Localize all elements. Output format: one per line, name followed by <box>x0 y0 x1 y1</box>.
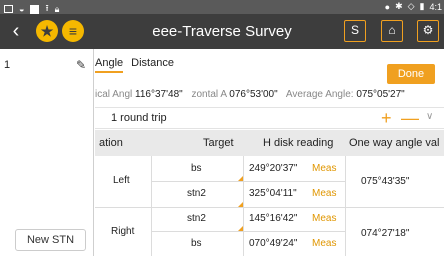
add-icon[interactable]: + <box>381 108 392 129</box>
z-angle-value: 076°53'00" <box>229 89 278 100</box>
average-angle-value: 075°05'27" <box>356 89 405 100</box>
corner-marker <box>238 226 243 231</box>
location-icon: ● <box>384 1 391 12</box>
corner-marker <box>238 202 243 207</box>
clock: 4:1 <box>429 1 442 12</box>
chevron-down-icon[interactable]: ∨ <box>426 111 433 122</box>
meas-button[interactable]: Meas <box>312 238 336 249</box>
table-header: ation Target H disk reading One way angl… <box>95 130 444 156</box>
pencil-icon[interactable]: ✎ <box>76 58 86 72</box>
reading-cell: 070°49'24" <box>249 238 298 249</box>
tab-angle[interactable]: Angle <box>95 57 124 73</box>
round-trip-row: 1 round trip + — ∨ <box>95 107 444 129</box>
corner-marker <box>238 176 243 181</box>
meas-button[interactable]: Meas <box>312 163 336 174</box>
round-trip-label: 1 round trip <box>111 112 167 124</box>
target-cell: bs <box>191 163 202 174</box>
target-cell: stn2 <box>187 188 206 199</box>
z-angle-label: zontal A <box>191 89 227 100</box>
wifi-icon: ◒ <box>19 4 25 14</box>
meas-button[interactable]: Meas <box>312 213 336 224</box>
battery-icon: ▮ <box>419 1 425 11</box>
station-sidebar: 1 ✎ New STN <box>0 49 94 256</box>
position-left: Left <box>113 175 130 186</box>
signal-icon: ◇ <box>407 1 415 11</box>
station-number: 1 <box>4 59 11 71</box>
title-bar: ‹ ★ ≡ eee-Traverse Survey S ⌂ ⚙ <box>0 14 444 49</box>
col-header-position: ation <box>99 137 123 149</box>
remove-icon[interactable]: — <box>401 108 419 129</box>
settings-icon[interactable]: ⚙ <box>417 20 439 42</box>
s-button[interactable]: S <box>344 20 366 42</box>
status-bar: ◒ ⭱ 🔒︎ ● ✱ ◇ ▮ 4:1 <box>0 0 444 14</box>
lock-icon: 🔒︎ <box>54 3 60 14</box>
col-header-reading: H disk reading <box>263 137 334 149</box>
one-way-angle: 075°43'35" <box>361 176 410 187</box>
angle-summary: ical Angl 116°37'48" zontal A 076°53'00"… <box>95 89 405 100</box>
one-way-angle: 074°27'18" <box>361 228 410 239</box>
done-button[interactable]: Done <box>387 64 435 84</box>
reading-cell: 145°16'42" <box>249 213 298 224</box>
target-cell: stn2 <box>187 213 206 224</box>
gallery-icon <box>4 5 13 13</box>
target-cell: bs <box>191 238 202 249</box>
station-list-item[interactable]: 1 ✎ <box>0 58 94 77</box>
new-station-button[interactable]: New STN <box>15 229 86 251</box>
notification-icon <box>30 4 40 14</box>
position-right: Right <box>111 226 135 237</box>
average-angle-label: Average Angle: <box>285 89 354 100</box>
reading-cell: 325°04'11" <box>249 188 297 199</box>
tab-distance[interactable]: Distance <box>131 57 174 73</box>
main-panel: Angle Distance Done ical Angl 116°37'48"… <box>95 49 444 256</box>
col-header-one-way: One way angle val <box>349 137 440 149</box>
bluetooth-icon: ✱ <box>395 1 403 11</box>
h-angle-label: ical Angl <box>95 89 133 100</box>
h-angle-value: 116°37'48" <box>135 89 183 100</box>
page-title: eee-Traverse Survey <box>152 23 292 40</box>
tab-bar: Angle Distance <box>95 57 174 73</box>
reading-cell: 249°20'37" <box>249 163 298 174</box>
col-header-target: Target <box>203 137 234 149</box>
home-icon[interactable]: ⌂ <box>381 20 403 42</box>
meas-button[interactable]: Meas <box>312 188 336 199</box>
